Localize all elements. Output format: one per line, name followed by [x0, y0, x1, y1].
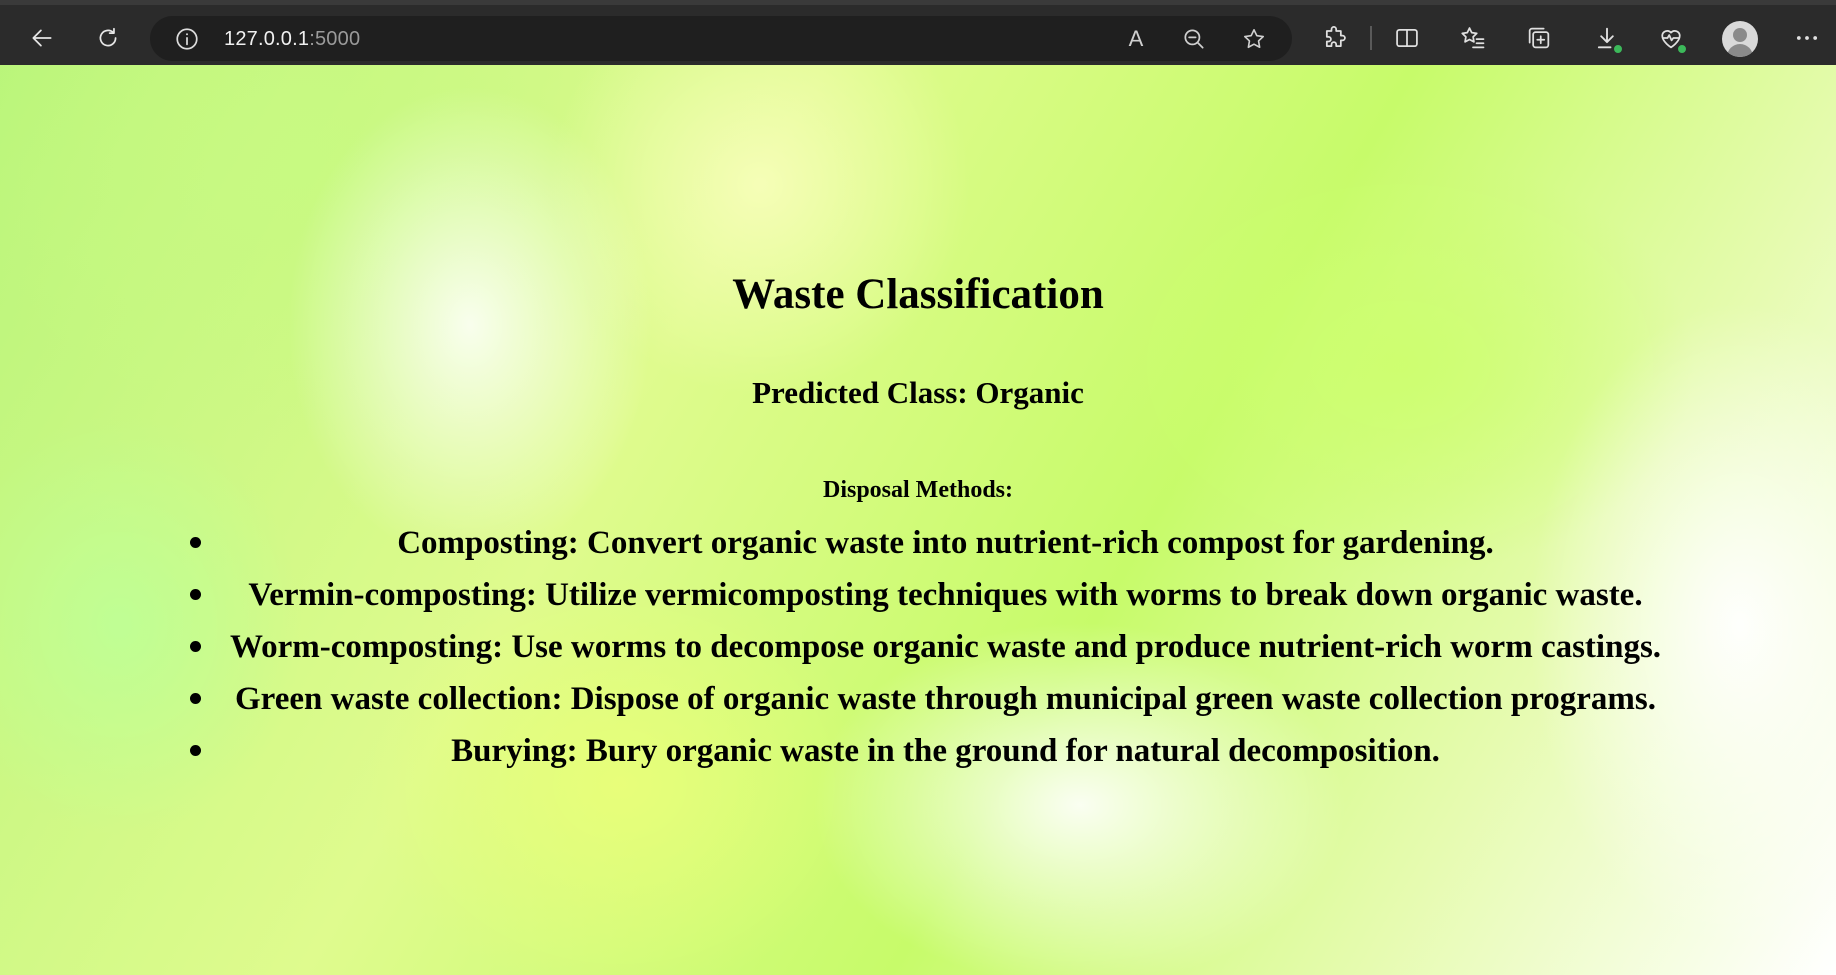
list-item: Burying: Bury organic waste in the groun… — [160, 725, 1676, 777]
zoom-out-button[interactable] — [1180, 25, 1208, 53]
split-screen-icon — [1396, 28, 1418, 48]
url-host: 127.0.0.1 — [224, 28, 310, 50]
favorites-button[interactable] — [1458, 23, 1488, 53]
back-icon — [32, 29, 52, 47]
extensions-button[interactable] — [1320, 23, 1350, 53]
read-aloud-button[interactable]: A — [1122, 25, 1150, 53]
method-text: Worm-composting: Use worms to decompose … — [229, 629, 1662, 665]
address-bar[interactable]: 127.0.0.1:5000 A — [150, 16, 1292, 61]
downloads-button[interactable] — [1592, 23, 1624, 55]
browser-essentials-button[interactable] — [1656, 23, 1688, 55]
disposal-methods-list: Composting: Convert organic waste into n… — [160, 517, 1676, 777]
list-item: Green waste collection: Dispose of organ… — [160, 673, 1676, 725]
favorite-star-icon — [1243, 28, 1265, 49]
predicted-class: Predicted Class: Organic — [752, 375, 1084, 410]
browser-toolbar: 127.0.0.1:5000 A — [0, 0, 1836, 65]
toolbar-divider — [1370, 26, 1372, 50]
bullet — [190, 589, 201, 600]
avatar-body — [1727, 44, 1753, 57]
profile-avatar[interactable] — [1722, 21, 1758, 57]
avatar-head — [1733, 28, 1747, 42]
back-button[interactable] — [22, 18, 62, 58]
favorites-icon — [1461, 27, 1485, 49]
list-item: Worm-composting: Use worms to decompose … — [160, 621, 1676, 673]
downloads-badge — [1612, 43, 1624, 55]
bullet — [190, 745, 201, 756]
zoom-out-icon — [1184, 29, 1204, 49]
bullet — [190, 693, 201, 704]
bullet — [190, 537, 201, 548]
info-icon[interactable] — [174, 26, 200, 52]
reload-button[interactable] — [88, 18, 128, 58]
list-item: Vermin-composting: Utilize vermicomposti… — [160, 569, 1676, 621]
read-aloud-icon: A — [1128, 26, 1144, 51]
url-port: :5000 — [309, 28, 361, 50]
essentials-badge — [1676, 43, 1688, 55]
more-menu-button[interactable] — [1792, 23, 1822, 53]
collections-icon — [1528, 27, 1550, 49]
page-viewport: Waste Classification Predicted Class: Or… — [0, 65, 1836, 975]
disposal-methods-heading: Disposal Methods: — [822, 477, 1014, 503]
method-text: Burying: Bury organic waste in the groun… — [451, 733, 1440, 769]
split-screen-button[interactable] — [1392, 23, 1422, 53]
method-text: Green waste collection: Dispose of organ… — [235, 681, 1656, 717]
extensions-icon — [1325, 26, 1346, 48]
collections-button[interactable] — [1524, 23, 1554, 53]
method-text: Composting: Convert organic waste into n… — [397, 525, 1494, 561]
url-text[interactable]: 127.0.0.1:5000 — [224, 28, 360, 51]
reload-icon — [99, 27, 117, 47]
list-item: Composting: Convert organic waste into n… — [160, 517, 1676, 569]
page-title: Waste Classification — [732, 271, 1104, 318]
more-menu-icon — [1796, 36, 1818, 40]
bullet — [190, 641, 201, 652]
method-text: Vermin-composting: Utilize vermicomposti… — [248, 577, 1643, 613]
add-favorite-button[interactable] — [1240, 25, 1268, 53]
